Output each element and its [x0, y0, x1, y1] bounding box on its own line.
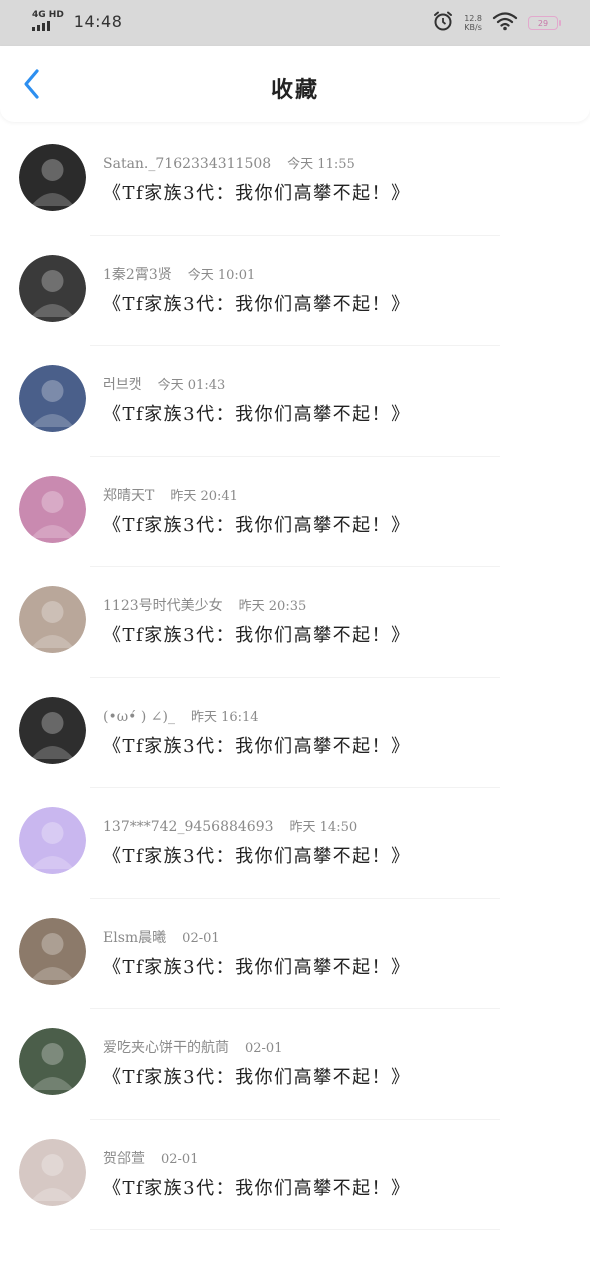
avatar[interactable]	[19, 807, 86, 874]
avatar[interactable]	[19, 1138, 86, 1206]
list-item[interactable]: 爱吃夹心饼干的航茼 02-01 《Tf家族3代：我你们高攀不起！》	[0, 1009, 590, 1120]
username[interactable]: 爱吃夹心饼干的航茼	[103, 1040, 229, 1056]
timestamp: 昨天 14:50	[289, 820, 358, 835]
item-content[interactable]: 《Tf家族3代：我你们高攀不起！》	[103, 400, 411, 426]
battery-level: 29	[537, 18, 549, 28]
avatar[interactable]	[19, 144, 86, 211]
timestamp: 今天 10:01	[187, 267, 256, 283]
username[interactable]: 137***742_9456884693	[103, 819, 274, 835]
avatar[interactable]	[19, 586, 86, 653]
list-item[interactable]: 郑晴天T 昨天 20:41 《Tf家族3代：我你们高攀不起！》	[0, 457, 590, 567]
timestamp: 昨天 20:35	[238, 599, 307, 614]
list-item[interactable]: Satan._7162334311508 今天 11:55 《Tf家族3代：我你们高…	[0, 125, 590, 236]
item-content[interactable]: 《Tf家族3代：我你们高攀不起！》	[103, 732, 411, 758]
network-speed: 12.8 KB/s	[464, 14, 482, 32]
item-meta: 爱吃夹心饼干的航茼 02-01	[103, 1037, 282, 1057]
item-content[interactable]: 《Tf家族3代：我你们高攀不起！》	[103, 953, 411, 979]
avatar[interactable]	[19, 1028, 86, 1095]
avatar[interactable]	[19, 254, 86, 322]
wifi-icon	[492, 11, 518, 35]
battery-icon: 29	[528, 16, 561, 30]
item-meta: Satan._7162334311508 今天 11:55	[103, 153, 355, 172]
status-right: 12.8 KB/s 29	[432, 10, 561, 36]
header: 收藏	[0, 46, 590, 122]
timestamp: 昨天 20:41	[170, 488, 238, 504]
page-title: 收藏	[270, 78, 319, 103]
username[interactable]: 贺郃萱	[103, 1151, 145, 1167]
username[interactable]: Satan._7162334311508	[103, 156, 271, 172]
item-content[interactable]: 《Tf家族3代：我你们高攀不起！》	[103, 1174, 411, 1200]
item-meta: 러브캣 今天 01:43	[103, 374, 225, 394]
item-content[interactable]: 《Tf家族3代：我你们高攀不起！》	[103, 1063, 411, 1089]
timestamp: 02-01	[245, 1041, 283, 1056]
timestamp: 今天 01:43	[157, 378, 226, 393]
username[interactable]: 1秦2霄3贤	[103, 267, 172, 283]
speed-unit: KB/s	[464, 23, 482, 32]
status-time: 14:48	[73, 12, 123, 31]
item-content[interactable]: 《Tf家族3代：我你们高攀不起！》	[103, 842, 411, 868]
item-content[interactable]: 《Tf家族3代：我你们高攀不起！》	[103, 511, 411, 537]
list-item[interactable]: 137***742_9456884693 昨天 14:50 《Tf家族3代：我你们高…	[0, 788, 590, 899]
list-item[interactable]: 러브캣 今天 01:43 《Tf家族3代：我你们高攀不起！》	[0, 346, 590, 457]
item-content[interactable]: 《Tf家族3代：我你们高攀不起！》	[103, 621, 411, 647]
signal-icon: 4G HD	[32, 10, 64, 31]
item-meta: 郑晴天T 昨天 20:41	[103, 485, 238, 505]
network-label: 4G HD	[32, 10, 64, 20]
timestamp: 02-01	[161, 1151, 199, 1167]
avatar[interactable]	[19, 696, 86, 764]
list-item[interactable]: 贺郃萱 02-01 《Tf家族3代：我你们高攀不起！》	[0, 1120, 590, 1230]
item-meta: (•ω•́ ) ∠)_ 昨天 16:14	[103, 706, 259, 725]
list-item[interactable]: 1123号时代美少女 昨天 20:35 《Tf家族3代：我你们高攀不起！》	[0, 567, 590, 678]
item-meta: Elsm晨曦 02-01	[103, 927, 220, 947]
avatar[interactable]	[19, 917, 86, 985]
speed-value: 12.8	[464, 14, 482, 23]
status-bar: 4G HD 14:48 12.8 KB/s 29	[0, 0, 590, 46]
item-content[interactable]: 《Tf家族3代：我你们高攀不起！》	[103, 179, 411, 205]
list-item[interactable]: Elsm晨曦 02-01 《Tf家族3代：我你们高攀不起！》	[0, 899, 590, 1009]
status-left: 4G HD 14:48	[32, 10, 122, 31]
item-meta: 贺郃萱 02-01	[103, 1148, 198, 1168]
item-meta: 1秦2霄3贤 今天 10:01	[103, 264, 255, 284]
username[interactable]: 郑晴天T	[103, 488, 154, 504]
username[interactable]: 1123号时代美少女	[103, 598, 223, 614]
username[interactable]: 러브캣	[103, 377, 142, 393]
username[interactable]: Elsm晨曦	[103, 930, 166, 946]
list-item[interactable]: 1秦2霄3贤 今天 10:01 《Tf家族3代：我你们高攀不起！》	[0, 236, 590, 346]
divider	[90, 1229, 500, 1230]
avatar[interactable]	[19, 365, 86, 432]
timestamp: 今天 11:55	[287, 157, 355, 172]
timestamp: 02-01	[182, 930, 220, 946]
favorites-list: Satan._7162334311508 今天 11:55 《Tf家族3代：我你们高…	[0, 125, 590, 1230]
item-meta: 137***742_9456884693 昨天 14:50	[103, 816, 357, 835]
item-content[interactable]: 《Tf家族3代：我你们高攀不起！》	[103, 290, 411, 316]
list-item[interactable]: (•ω•́ ) ∠)_ 昨天 16:14 《Tf家族3代：我你们高攀不起！》	[0, 678, 590, 788]
alarm-icon	[432, 10, 454, 36]
username[interactable]: (•ω•́ ) ∠)_	[103, 709, 175, 725]
item-meta: 1123号时代美少女 昨天 20:35	[103, 595, 306, 615]
avatar[interactable]	[19, 475, 86, 543]
timestamp: 昨天 16:14	[190, 709, 259, 725]
